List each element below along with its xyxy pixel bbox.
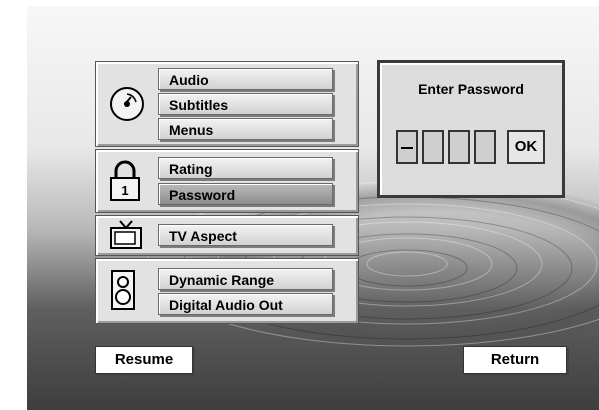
- disc-icon: [108, 85, 146, 128]
- dvd-setup-screen: Audio Subtitles Menus 1 Rating Password: [0, 0, 599, 410]
- password-dialog: Enter Password OK: [377, 60, 565, 198]
- ok-button[interactable]: OK: [507, 130, 545, 164]
- audio-button[interactable]: Audio: [158, 68, 333, 90]
- password-digit-4[interactable]: [474, 130, 496, 164]
- return-button[interactable]: Return: [463, 346, 567, 374]
- padlock-icon: 1: [108, 160, 142, 207]
- password-button[interactable]: Password: [158, 183, 333, 205]
- resume-button[interactable]: Resume: [95, 346, 193, 374]
- svg-text:1: 1: [121, 183, 128, 198]
- menu-group-language: Audio Subtitles Menus: [95, 61, 359, 147]
- speaker-icon: [108, 269, 138, 316]
- password-label: Password: [169, 187, 236, 203]
- digital-audio-out-button[interactable]: Digital Audio Out: [158, 293, 333, 315]
- menu-group-parental: 1 Rating Password: [95, 149, 359, 213]
- dynamic-range-button[interactable]: Dynamic Range: [158, 268, 333, 290]
- tv-aspect-button[interactable]: TV Aspect: [158, 224, 333, 246]
- subtitles-button[interactable]: Subtitles: [158, 93, 333, 115]
- password-digit-2[interactable]: [422, 130, 444, 164]
- tv-icon: [108, 218, 144, 257]
- rating-button[interactable]: Rating: [158, 157, 333, 179]
- menu-group-display: TV Aspect: [95, 215, 359, 256]
- menus-button[interactable]: Menus: [158, 118, 333, 140]
- password-digit-3[interactable]: [448, 130, 470, 164]
- password-dialog-title: Enter Password: [418, 81, 524, 97]
- password-digit-1[interactable]: [396, 130, 418, 164]
- menu-group-sound: Dynamic Range Digital Audio Out: [95, 258, 359, 324]
